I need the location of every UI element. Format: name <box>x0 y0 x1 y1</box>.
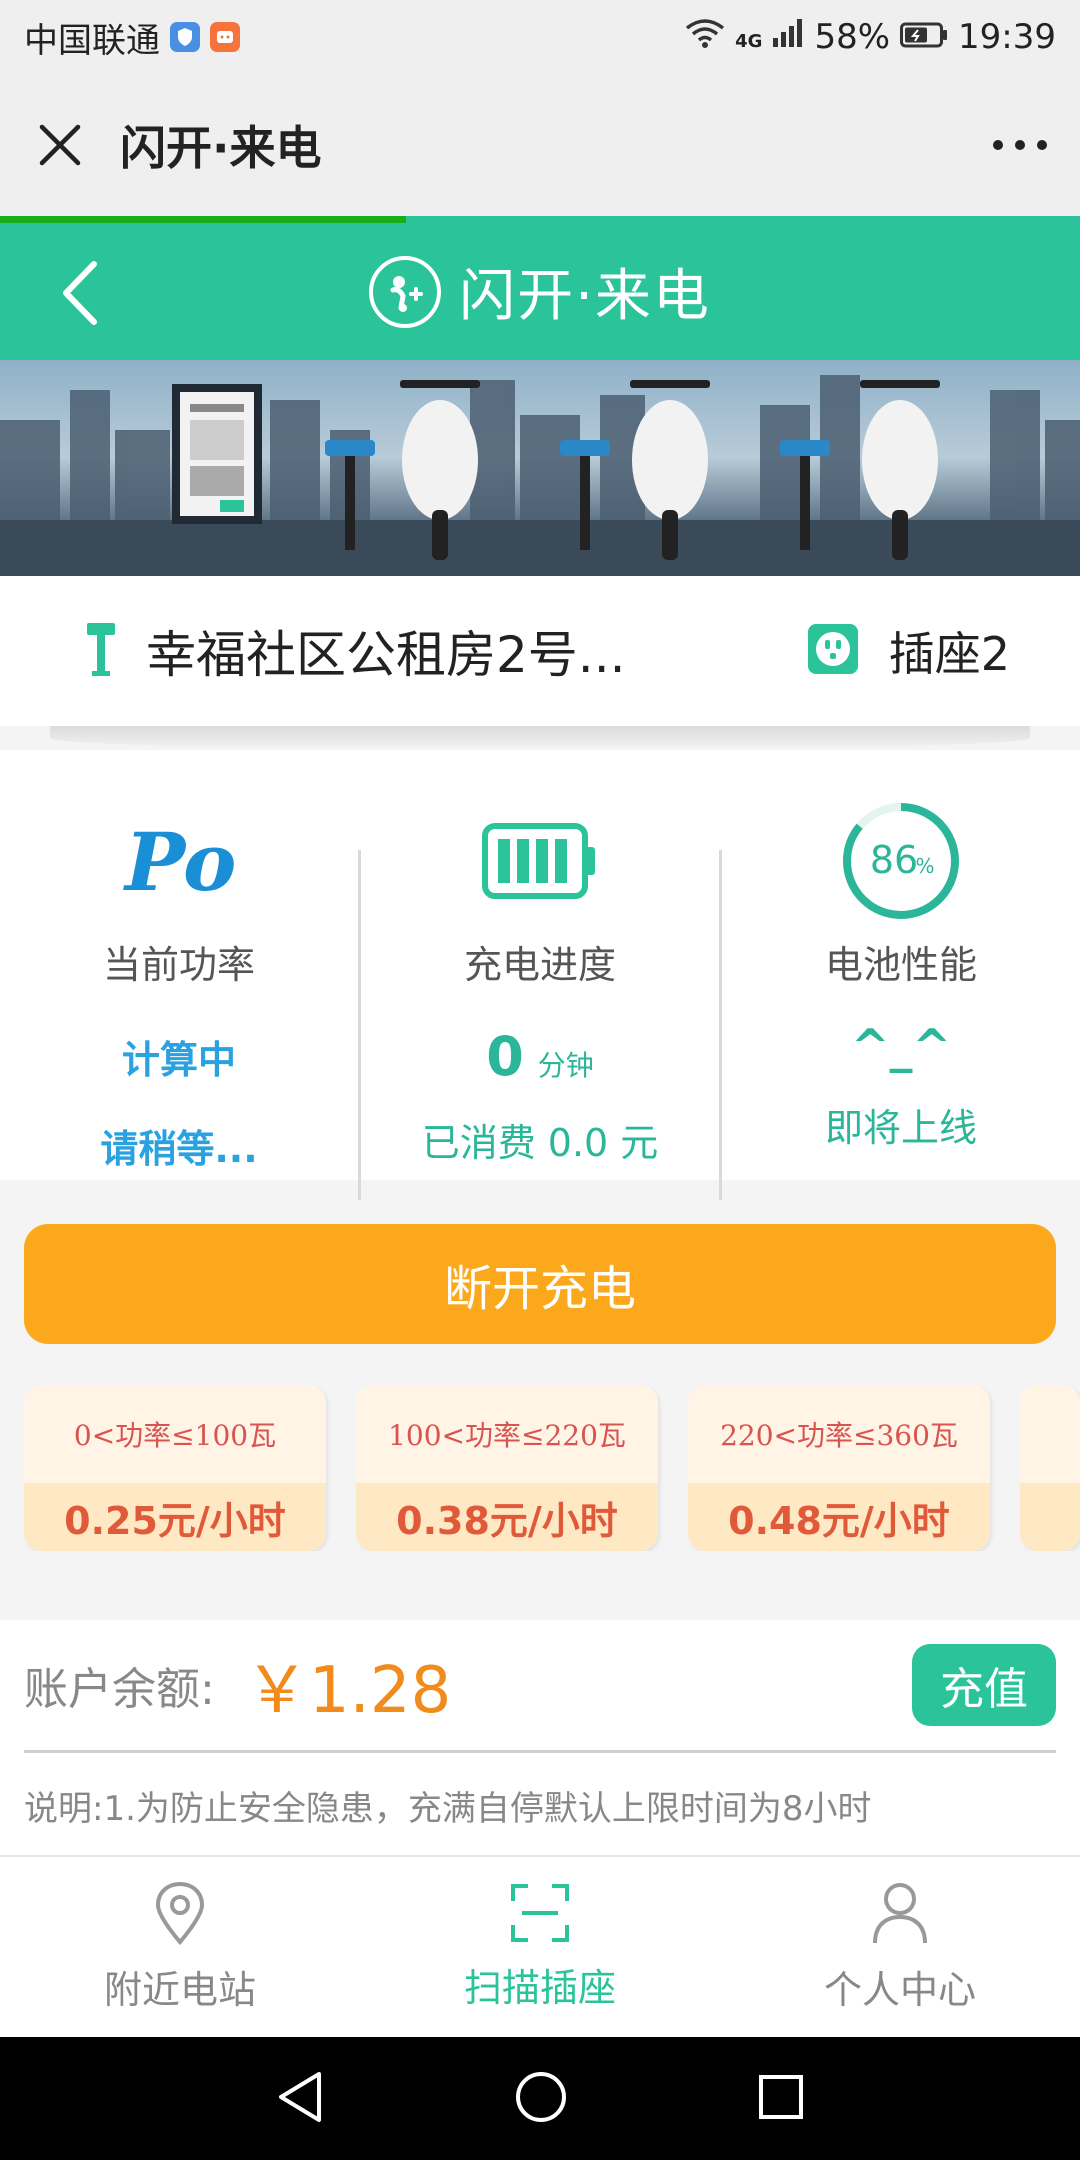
battery-coming-soon: 即将上线 <box>824 1106 977 1150</box>
progress-label: 充电进度 <box>463 943 616 987</box>
balance-value: ￥1.28 <box>244 1654 452 1728</box>
tier-price: 0.48元/小时 <box>688 1483 990 1551</box>
user-icon <box>873 1882 927 1943</box>
app-notification-icon <box>210 22 240 52</box>
system-nav-bar <box>0 2037 1080 2160</box>
more-icon <box>993 140 1047 150</box>
power-stat: Powr 当前功率 计算中 请稍等... <box>0 800 358 1180</box>
scan-icon <box>511 1883 569 1942</box>
gauge-unit: % <box>915 854 934 878</box>
power-label: 当前功率 <box>102 943 255 987</box>
battery-face: ^_^ <box>850 1019 952 1073</box>
carrier-name: 中国联通 <box>24 20 160 61</box>
charging-note: 说明:1.为防止安全隐患，充满自停默认上限时间为8小时 <box>24 1789 872 1829</box>
back-arrow-icon <box>63 261 97 325</box>
price-tier: 0<功率≤100瓦 0.25元/小时 <box>24 1385 326 1551</box>
disconnect-charging-button[interactable]: 断开充电 <box>24 1224 1056 1344</box>
bottom-tab-bar: 附近电站 扫描插座 个人中心 <box>0 1855 1080 2037</box>
battery-icon <box>900 17 948 57</box>
webview-header: 闪开·来电 <box>0 74 1080 216</box>
status-bar: 中国联通 4G 58% 19:39 <box>0 0 1080 74</box>
tier-price: 0.25元/小时 <box>24 1483 326 1551</box>
charging-post-icon <box>84 621 118 681</box>
close-button[interactable] <box>0 74 120 216</box>
square-recents-icon <box>759 2074 804 2119</box>
price-tier-partial <box>1020 1385 1080 1551</box>
page-load-progress <box>0 216 1080 223</box>
socket-info: 插座2 <box>807 618 1010 684</box>
consumed-amount: 已消费 0.0 元 <box>421 1121 659 1165</box>
socket-label: 插座2 <box>888 627 1010 681</box>
scooter-logo-icon <box>369 255 442 328</box>
banner-image <box>0 360 1080 576</box>
wifi-icon <box>685 17 725 57</box>
power-value: 计算中 <box>121 1038 236 1082</box>
account-section: 账户余额: ￥1.28 充值 说明:1.为防止安全隐患，充满自停默认上限时间为8… <box>0 1620 1080 1855</box>
page-load-progress-fill <box>0 216 406 223</box>
tab-profile[interactable]: 个人中心 <box>720 1857 1080 2037</box>
price-tier: 100<功率≤220瓦 0.38元/小时 <box>356 1385 658 1551</box>
tab-label: 个人中心 <box>823 1967 976 2012</box>
battery-stat: 86 % 电池性能 ^_^ 即将上线 <box>722 800 1080 1180</box>
clock: 19:39 <box>958 17 1056 57</box>
tab-nearby-stations[interactable]: 附近电站 <box>0 1857 360 2037</box>
charging-duration: 0 分钟 <box>486 1025 594 1088</box>
minutes-unit: 分钟 <box>537 1049 594 1082</box>
power-wait: 请稍等... <box>100 1127 258 1171</box>
balance-label: 账户余额: <box>24 1664 215 1715</box>
close-icon <box>39 124 81 166</box>
nav-home-button[interactable] <box>514 2070 568 2128</box>
circle-home-icon <box>515 2071 566 2122</box>
battery-health-gauge: 86 % <box>841 803 961 919</box>
tab-scan-socket[interactable]: 扫描插座 <box>360 1857 720 2037</box>
station-card: 幸福社区公租房2号... 插座2 <box>0 576 1080 726</box>
charging-stats: Powr 当前功率 计算中 请稍等... 充电进度 0 分钟 已消费 0.0 元… <box>0 750 1080 1200</box>
triangle-back-icon <box>278 2071 321 2122</box>
battery-charging-icon <box>482 806 598 916</box>
more-menu-button[interactable] <box>960 74 1080 216</box>
price-tiers: 0<功率≤100瓦 0.25元/小时 100<功率≤220瓦 0.38元/小时 … <box>24 1385 1080 1551</box>
signal-icon <box>772 17 804 57</box>
recharge-button[interactable]: 充值 <box>912 1644 1056 1726</box>
progress-stat: 充电进度 0 分钟 已消费 0.0 元 <box>361 800 719 1180</box>
back-button[interactable] <box>40 253 120 333</box>
location-pin-icon <box>155 1881 205 1945</box>
tier-range: 0<功率≤100瓦 <box>24 1385 326 1483</box>
tier-range: 100<功率≤220瓦 <box>356 1385 658 1483</box>
app-title: 闪开·来电 <box>459 264 711 329</box>
power-logo-text: Powr <box>123 816 239 906</box>
shield-icon <box>170 22 200 52</box>
tab-label: 扫描插座 <box>463 1965 616 2010</box>
tier-price: 0.38元/小时 <box>356 1483 658 1551</box>
battery-percent: 58% <box>814 17 891 57</box>
nav-back-button[interactable] <box>275 2070 325 2128</box>
network-type: 4G <box>735 31 763 52</box>
tier-range: 220<功率≤360瓦 <box>688 1385 990 1483</box>
webview-title: 闪开·来电 <box>120 121 322 175</box>
tab-label: 附近电站 <box>103 1967 256 2012</box>
battery-label: 电池性能 <box>824 943 977 987</box>
price-tier: 220<功率≤360瓦 0.48元/小时 <box>688 1385 990 1551</box>
app-header: 闪开·来电 <box>0 223 1080 360</box>
power-logo-icon: Powr <box>119 806 239 916</box>
socket-icon <box>807 623 859 679</box>
divider <box>24 1750 1056 1753</box>
station-name: 幸福社区公租房2号... <box>146 626 626 684</box>
nav-recents-button[interactable] <box>757 2073 805 2125</box>
charging-minutes: 0 <box>486 1025 524 1088</box>
card-shadow <box>50 726 1030 750</box>
gauge-value: 86 <box>870 838 918 882</box>
